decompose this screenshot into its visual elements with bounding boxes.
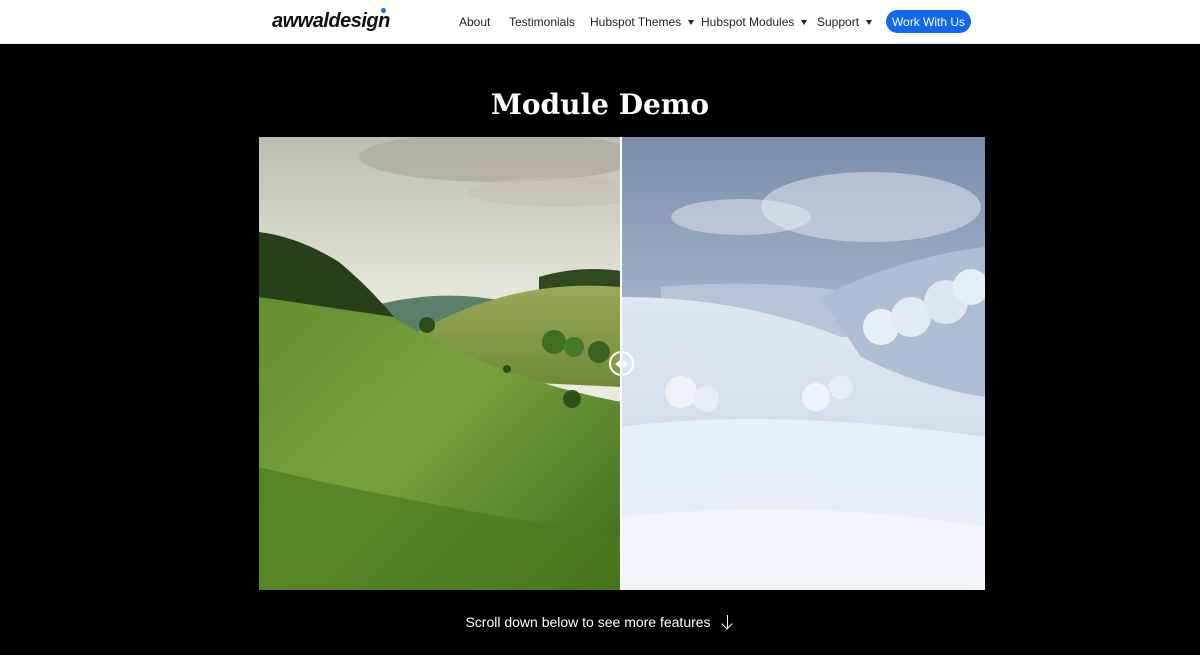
nav-item-about[interactable]: About — [459, 15, 490, 29]
summer-landscape-icon — [259, 137, 621, 590]
caret-down-icon — [688, 19, 695, 25]
winter-landscape-icon — [621, 137, 985, 590]
winter-landscape-image — [621, 137, 985, 590]
nav-item-label: Support — [817, 15, 860, 29]
nav-item-testimonials[interactable]: Testimonials — [509, 15, 575, 29]
comparison-slider-handle[interactable] — [609, 351, 634, 376]
caret-down-icon — [801, 19, 808, 25]
caret-down-icon — [866, 19, 873, 25]
nav-item-support[interactable]: Support — [817, 15, 873, 29]
scroll-hint: Scroll down below to see more features — [0, 614, 1200, 630]
logo-dot-icon — [380, 8, 386, 13]
nav-item-label: Testimonials — [509, 15, 576, 29]
nav-item-hubspot-themes[interactable]: Hubspot Themes — [590, 15, 695, 29]
page-title: Module Demo — [490, 88, 710, 121]
logo[interactable]: awwaldesign — [272, 8, 390, 33]
nav-item-label: Hubspot Modules — [701, 15, 795, 29]
nav-item-label: Hubspot Themes — [590, 15, 682, 29]
arrow-left-icon — [615, 360, 620, 368]
arrow-down-icon — [721, 614, 735, 630]
arrow-right-icon — [623, 360, 628, 368]
nav-item-label: About — [459, 15, 491, 29]
work-with-us-button[interactable]: Work With Us — [886, 10, 971, 33]
image-comparison[interactable] — [259, 137, 985, 590]
logo-text: awwaldesign — [272, 10, 390, 32]
site-header: awwaldesign About Testimonials Hubspot T… — [0, 0, 1200, 44]
scroll-hint-text: Scroll down below to see more features — [465, 614, 711, 630]
summer-landscape-image — [259, 137, 621, 590]
nav-item-hubspot-modules[interactable]: Hubspot Modules — [701, 15, 808, 29]
